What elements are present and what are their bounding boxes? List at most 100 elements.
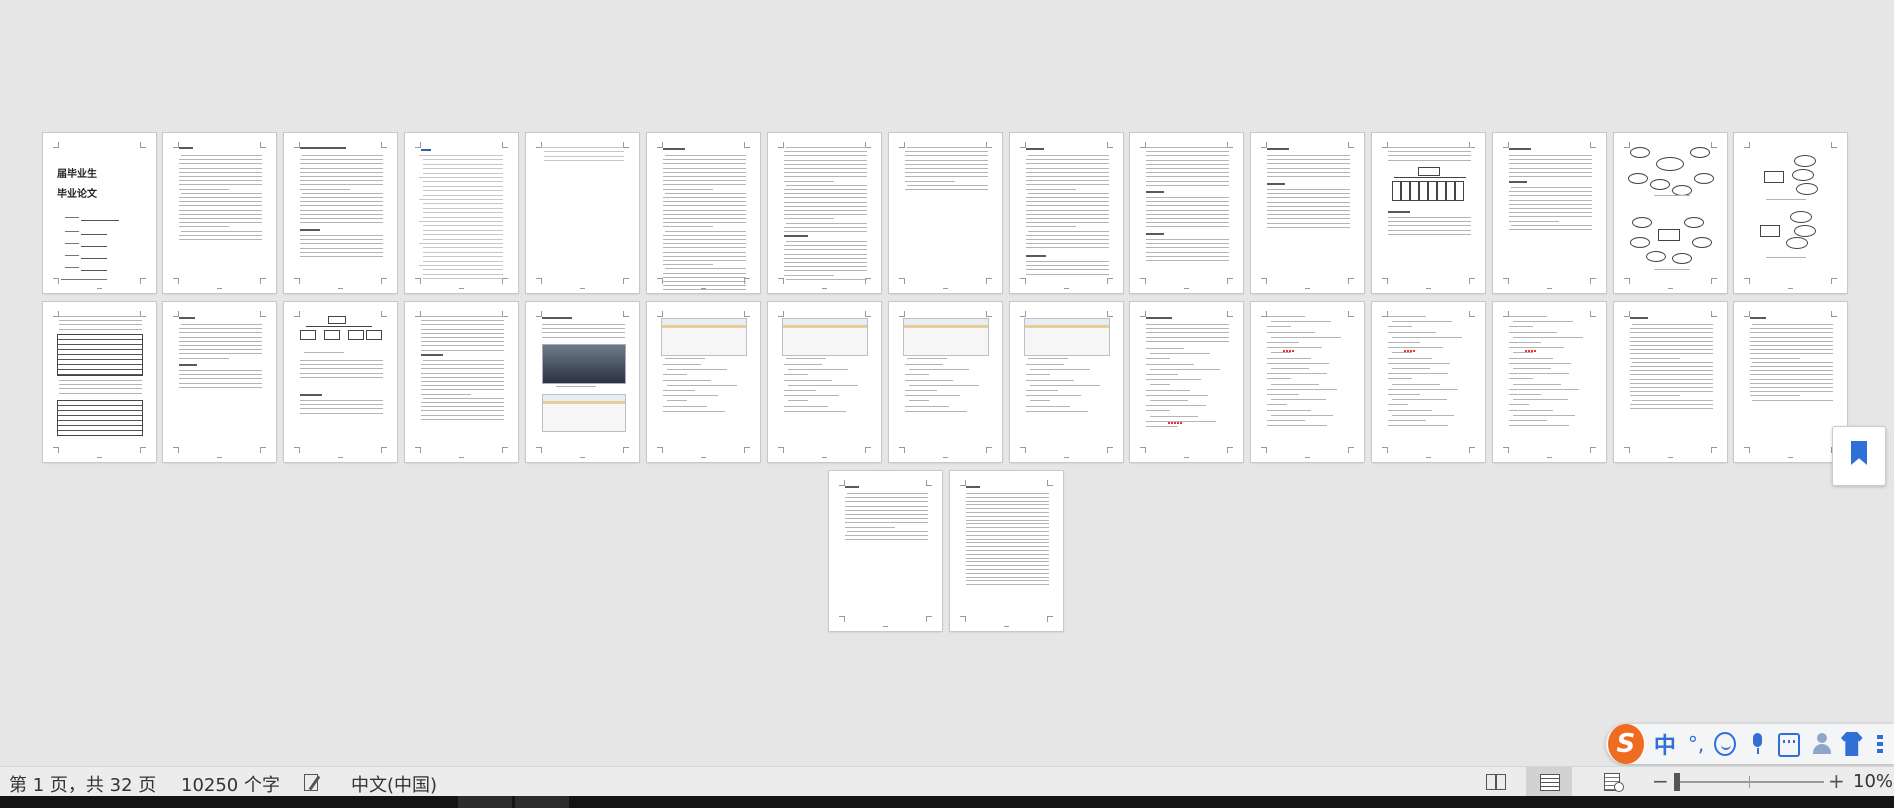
text-line xyxy=(1146,209,1229,211)
toc-line xyxy=(419,199,503,200)
ime-mode-toggle[interactable]: 中 xyxy=(1654,728,1676,760)
page-thumbnail[interactable] xyxy=(405,302,518,462)
bookmark-button[interactable] xyxy=(1832,426,1886,486)
page-thumbnail[interactable] xyxy=(526,302,639,462)
page-thumbnail[interactable] xyxy=(1614,133,1727,293)
taskbar-item[interactable] xyxy=(515,796,569,808)
emoji-icon[interactable] xyxy=(1714,732,1737,756)
zoom-slider-thumb[interactable] xyxy=(1674,773,1680,791)
code-line xyxy=(784,374,808,376)
word-count[interactable]: 10250 个字 xyxy=(181,771,280,797)
crop-mark xyxy=(1711,447,1717,453)
text-line xyxy=(1509,208,1592,209)
crop-mark xyxy=(381,142,387,148)
page-thumbnail[interactable] xyxy=(889,302,1002,462)
page-thumbnail[interactable] xyxy=(526,133,639,293)
page-thumbnail[interactable] xyxy=(1130,133,1243,293)
crop-mark xyxy=(865,311,871,317)
text-line xyxy=(784,155,867,157)
text-line xyxy=(663,272,746,274)
crop-mark xyxy=(1831,142,1837,148)
ime-logo[interactable]: S xyxy=(1608,724,1644,764)
skin-icon[interactable] xyxy=(1841,732,1863,756)
code-line xyxy=(1146,379,1201,381)
user-icon[interactable] xyxy=(1810,732,1832,756)
diagram-shape xyxy=(1455,181,1464,201)
text-line xyxy=(300,171,383,173)
text-line xyxy=(542,332,625,334)
page-thumbnail[interactable]: 届毕业生 毕业论文 xyxy=(43,133,156,293)
text-line xyxy=(179,378,262,380)
page-thumbnail[interactable] xyxy=(1614,302,1727,462)
page-count[interactable]: 第 1 页，共 32 页 xyxy=(9,771,156,797)
language-indicator[interactable]: 中文(中国) xyxy=(351,771,437,797)
print-layout-icon[interactable] xyxy=(1526,767,1572,797)
read-mode-icon[interactable] xyxy=(1473,767,1519,797)
page-thumbnail[interactable] xyxy=(1372,302,1485,462)
page-thumbnail[interactable] xyxy=(1130,302,1243,462)
page-thumbnail[interactable] xyxy=(889,133,1002,293)
page-thumbnail[interactable] xyxy=(829,471,942,631)
web-layout-icon[interactable] xyxy=(1590,767,1636,797)
page-thumbnail[interactable] xyxy=(284,133,397,293)
microphone-icon[interactable] xyxy=(1746,732,1768,756)
plus-icon[interactable]: + xyxy=(1828,769,1845,793)
zoom-level[interactable]: 10% xyxy=(1853,771,1893,792)
ime-punctuation-toggle[interactable]: °, xyxy=(1688,732,1704,756)
zoom-slider[interactable] xyxy=(1676,781,1824,783)
text-line xyxy=(1026,197,1109,198)
figure-caption xyxy=(1028,358,1068,359)
page-thumbnail[interactable] xyxy=(1251,302,1364,462)
page-thumbnail[interactable] xyxy=(1493,302,1606,462)
proofing-icon[interactable] xyxy=(302,773,322,791)
heading-line xyxy=(421,354,443,356)
page-thumbnail[interactable] xyxy=(1734,133,1847,293)
page-thumbnail[interactable] xyxy=(647,302,760,462)
diagram-shape xyxy=(1790,211,1812,223)
diagram-shape xyxy=(1656,157,1684,171)
page-thumbnail[interactable] xyxy=(1251,133,1364,293)
text-line xyxy=(1146,155,1229,157)
page-thumbnail[interactable] xyxy=(405,133,518,293)
crop-mark xyxy=(294,311,300,317)
text-line xyxy=(845,509,928,511)
diagram-shape xyxy=(1630,237,1650,248)
heading-line xyxy=(179,147,193,149)
diagram-shape xyxy=(1650,179,1670,190)
keyboard-icon[interactable] xyxy=(1777,733,1800,757)
toolbox-icon[interactable] xyxy=(1873,732,1894,756)
code-line xyxy=(1267,342,1299,343)
page-thumbnail[interactable] xyxy=(950,471,1063,631)
text-line xyxy=(179,332,262,334)
page-thumbnail[interactable] xyxy=(647,133,760,293)
text-line xyxy=(421,376,504,378)
text-line xyxy=(1146,172,1229,174)
page-thumbnail[interactable] xyxy=(768,133,881,293)
page-thumbnail[interactable] xyxy=(1493,133,1606,293)
page-thumbnail[interactable] xyxy=(768,302,881,462)
minus-icon[interactable]: − xyxy=(1652,769,1669,793)
page-thumbnail[interactable] xyxy=(1010,302,1123,462)
page-thumbnail[interactable] xyxy=(1372,133,1485,293)
page-thumbnail[interactable] xyxy=(163,133,276,293)
text-line xyxy=(421,337,504,338)
page-thumbnail[interactable] xyxy=(1734,302,1847,462)
page-thumbnail[interactable] xyxy=(163,302,276,462)
text-line xyxy=(663,213,746,215)
text-line xyxy=(179,370,262,371)
crop-mark xyxy=(1624,447,1630,453)
page-thumbnail[interactable] xyxy=(43,302,156,462)
text-line xyxy=(1750,378,1833,380)
text-line xyxy=(1750,391,1833,393)
cover-field-label xyxy=(65,243,79,244)
text-line xyxy=(421,364,504,366)
taskbar-item[interactable] xyxy=(458,796,512,808)
text-line xyxy=(421,385,504,387)
text-line xyxy=(665,268,746,270)
document-workspace[interactable]: 届毕业生 毕业论文 xyxy=(0,0,1894,766)
code-line xyxy=(1267,420,1305,421)
page-thumbnail[interactable] xyxy=(284,302,397,462)
text-line xyxy=(179,234,262,236)
text-line xyxy=(966,493,1049,494)
page-thumbnail[interactable] xyxy=(1010,133,1123,293)
